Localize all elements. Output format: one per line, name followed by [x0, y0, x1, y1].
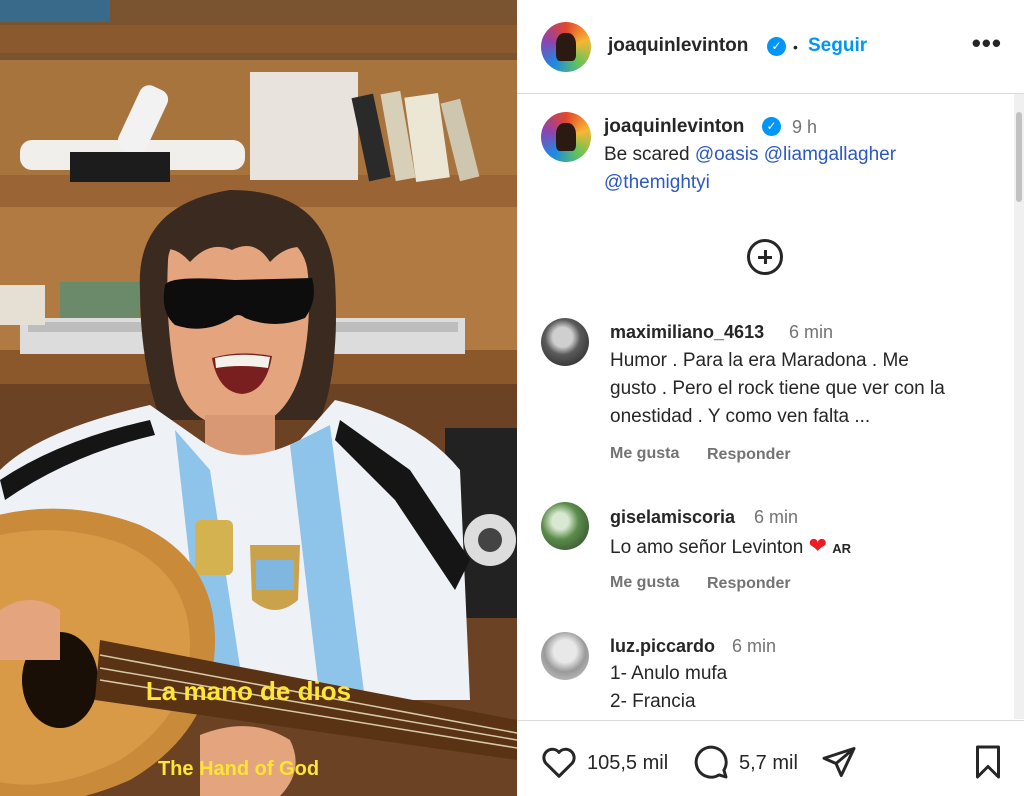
comment-text: Humor . Para la era Maradona . Me gusto … [610, 347, 1000, 431]
load-more-comments-icon[interactable] [747, 239, 783, 275]
comments-count: 5,7 mil [739, 752, 798, 774]
comment-line: 1- Anulo mufa [610, 663, 728, 684]
caption-text: Be scared @oasis @liamgallagher @themigh… [604, 141, 994, 197]
author-username[interactable]: joaquinlevinton [608, 35, 748, 57]
comment-line: gusto . Pero el rock tiene que ver con l… [610, 378, 945, 399]
comment-timestamp: 6 min [789, 322, 834, 342]
comment-line: onestidad . Y como ven falta ... [610, 406, 871, 427]
comment-line: Humor . Para la era Maradona . Me [610, 350, 909, 371]
separator-dot: • [793, 39, 798, 55]
caption-timestamp: 9 h [792, 117, 818, 137]
comment-username[interactable]: luz.piccardo [610, 636, 715, 657]
video-caption-english: The Hand of God [157, 758, 320, 780]
comment-bubble-icon[interactable] [693, 744, 729, 780]
caption-prefix: Be scared [604, 144, 690, 165]
comment-username[interactable]: giselamiscoria [610, 507, 735, 528]
comment-text: Lo amo señor Levinton ❤ AR [610, 532, 1000, 563]
comment-avatar[interactable] [541, 318, 589, 366]
post-media[interactable]: La mano de dios The Hand of God [0, 0, 517, 796]
comment-avatar[interactable] [541, 502, 589, 550]
comment-avatar[interactable] [541, 632, 589, 680]
video-caption-spanish: La mano de dios [145, 676, 352, 706]
save-bookmark-icon[interactable] [972, 744, 1004, 780]
mention-link[interactable]: @liamgallagher [764, 144, 896, 165]
mention-link[interactable]: @oasis [695, 144, 759, 165]
post-header: joaquinlevinton ✓ • Seguir ••• [517, 0, 1024, 94]
flag-emoji: AR [832, 541, 852, 556]
comment-username[interactable]: maximiliano_4613 [610, 322, 764, 343]
likes-count: 105,5 mil [587, 752, 669, 774]
post-actions-bar: 105,5 mil 5,7 mil [517, 720, 1024, 796]
caption-author-username[interactable]: joaquinlevinton [604, 116, 744, 138]
verified-badge-icon: ✓ [767, 37, 786, 56]
comment-like-button[interactable]: Me gusta [610, 574, 679, 592]
comment-line: 2- Francia [610, 691, 696, 712]
more-options-icon[interactable]: ••• [972, 28, 1002, 59]
heart-emoji-icon: ❤ [808, 533, 828, 558]
caption-author-avatar[interactable] [541, 112, 591, 162]
comment-like-button[interactable]: Me gusta [610, 445, 679, 463]
comment-timestamp: 6 min [732, 636, 777, 656]
like-heart-icon[interactable] [541, 745, 577, 779]
share-send-icon[interactable] [821, 744, 857, 780]
comment-text: 1- Anulo mufa 2- Francia [610, 660, 1000, 716]
comment-timestamp: 6 min [754, 507, 799, 527]
post-details-panel: joaquinlevinton ✓ • Seguir ••• joaquinle… [517, 0, 1024, 796]
caption-verified-badge-icon: ✓ [762, 117, 781, 136]
author-avatar[interactable] [541, 22, 591, 72]
follow-button[interactable]: Seguir [808, 35, 867, 57]
comments-scrollbar-thumb[interactable] [1016, 112, 1022, 202]
comment-reply-button[interactable]: Responder [707, 446, 791, 464]
comment-line: Lo amo señor Levinton [610, 537, 804, 558]
comment-reply-button[interactable]: Responder [707, 575, 791, 593]
mention-link[interactable]: @themightyi [604, 172, 710, 193]
